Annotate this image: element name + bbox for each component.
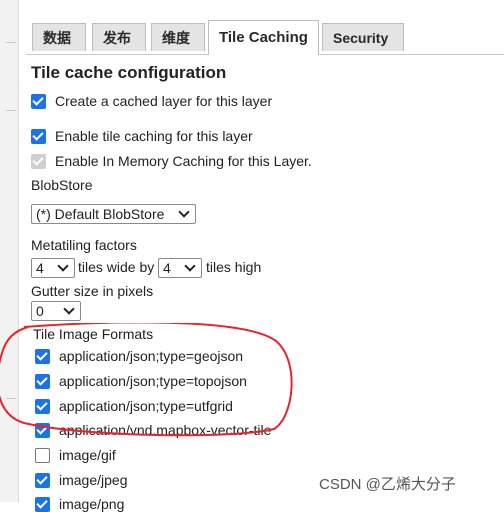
format-label: image/jpeg: [59, 472, 128, 488]
tab-bar: 数据 发布 维度 Tile Caching Security: [26, 0, 504, 55]
format-item: application/json;type=utfgrid: [35, 398, 233, 414]
format-label: application/json;type=topojson: [59, 373, 247, 389]
format-item: application/vnd.mapbox-vector-tile: [35, 422, 271, 438]
format-utfgrid-checkbox[interactable]: [35, 398, 50, 414]
watermark-text: CSDN @乙烯大分子: [319, 476, 456, 493]
metatiling-high-value: 4: [163, 260, 171, 276]
chevron-down-icon: [184, 260, 196, 272]
format-item: image/jpeg: [35, 472, 128, 488]
format-item: image/gif: [35, 447, 116, 463]
tab-tile-caching[interactable]: Tile Caching: [208, 20, 319, 55]
tile-image-formats-label: Tile Image Formats: [33, 326, 154, 342]
tab-publish[interactable]: 发布: [92, 23, 146, 51]
gutter-value: 0: [36, 303, 44, 319]
chevron-down-icon: [63, 303, 75, 315]
chevron-down-icon: [178, 206, 190, 218]
enable-tile-caching-option: Enable tile caching for this layer: [31, 128, 253, 144]
format-label: image/gif: [59, 447, 116, 463]
metatiling-label: Metatiling factors: [31, 237, 137, 253]
format-label: application/json;type=geojson: [59, 348, 244, 364]
format-item: application/json;type=topojson: [35, 373, 247, 389]
format-geojson-checkbox[interactable]: [35, 348, 50, 364]
enable-tile-caching-checkbox[interactable]: [31, 128, 46, 144]
tiles-high-text: tiles high: [206, 259, 262, 275]
blobstore-select[interactable]: (*) Default BlobStore: [31, 204, 196, 224]
tab-dimensions[interactable]: 维度: [151, 23, 205, 51]
tab-security[interactable]: Security: [322, 23, 404, 51]
format-label: application/json;type=utfgrid: [59, 398, 233, 414]
chevron-down-icon: [57, 260, 69, 272]
format-topojson-checkbox[interactable]: [35, 373, 50, 389]
format-png-checkbox[interactable]: [35, 496, 50, 512]
strip-tick: [6, 398, 16, 399]
tab-data[interactable]: 数据: [32, 23, 86, 51]
enable-tile-caching-label: Enable tile caching for this layer: [55, 128, 253, 144]
metatiling-high-select[interactable]: 4: [158, 258, 202, 278]
format-label: image/png: [59, 496, 125, 512]
strip-tick: [6, 42, 16, 43]
blobstore-selected-value: (*) Default BlobStore: [36, 206, 165, 222]
section-title: Tile cache configuration: [31, 63, 227, 82]
format-item: application/json;type=geojson: [35, 348, 243, 364]
gutter-label: Gutter size in pixels: [31, 283, 154, 299]
enable-in-memory-checkbox: [31, 153, 46, 169]
metatiling-wide-value: 4: [36, 260, 44, 276]
tiles-wide-text: tiles wide by: [78, 259, 155, 275]
format-gif-checkbox[interactable]: [35, 447, 50, 463]
enable-in-memory-option: Enable In Memory Caching for this Layer.: [31, 153, 312, 169]
format-item: image/png: [35, 496, 124, 512]
enable-in-memory-label: Enable In Memory Caching for this Layer.: [55, 153, 312, 169]
blobstore-label: BlobStore: [31, 177, 93, 193]
format-label: application/vnd.mapbox-vector-tile: [59, 422, 272, 438]
left-panel-strip: [0, 0, 19, 502]
format-jpeg-checkbox[interactable]: [35, 472, 50, 488]
create-cached-layer-option: Create a cached layer for this layer: [31, 93, 272, 109]
format-mvt-checkbox[interactable]: [35, 422, 50, 438]
strip-tick: [6, 110, 16, 111]
create-cached-layer-checkbox[interactable]: [31, 93, 46, 109]
gutter-select[interactable]: 0: [31, 301, 81, 321]
metatiling-wide-select[interactable]: 4: [31, 258, 75, 278]
create-cached-layer-label: Create a cached layer for this layer: [55, 93, 273, 109]
